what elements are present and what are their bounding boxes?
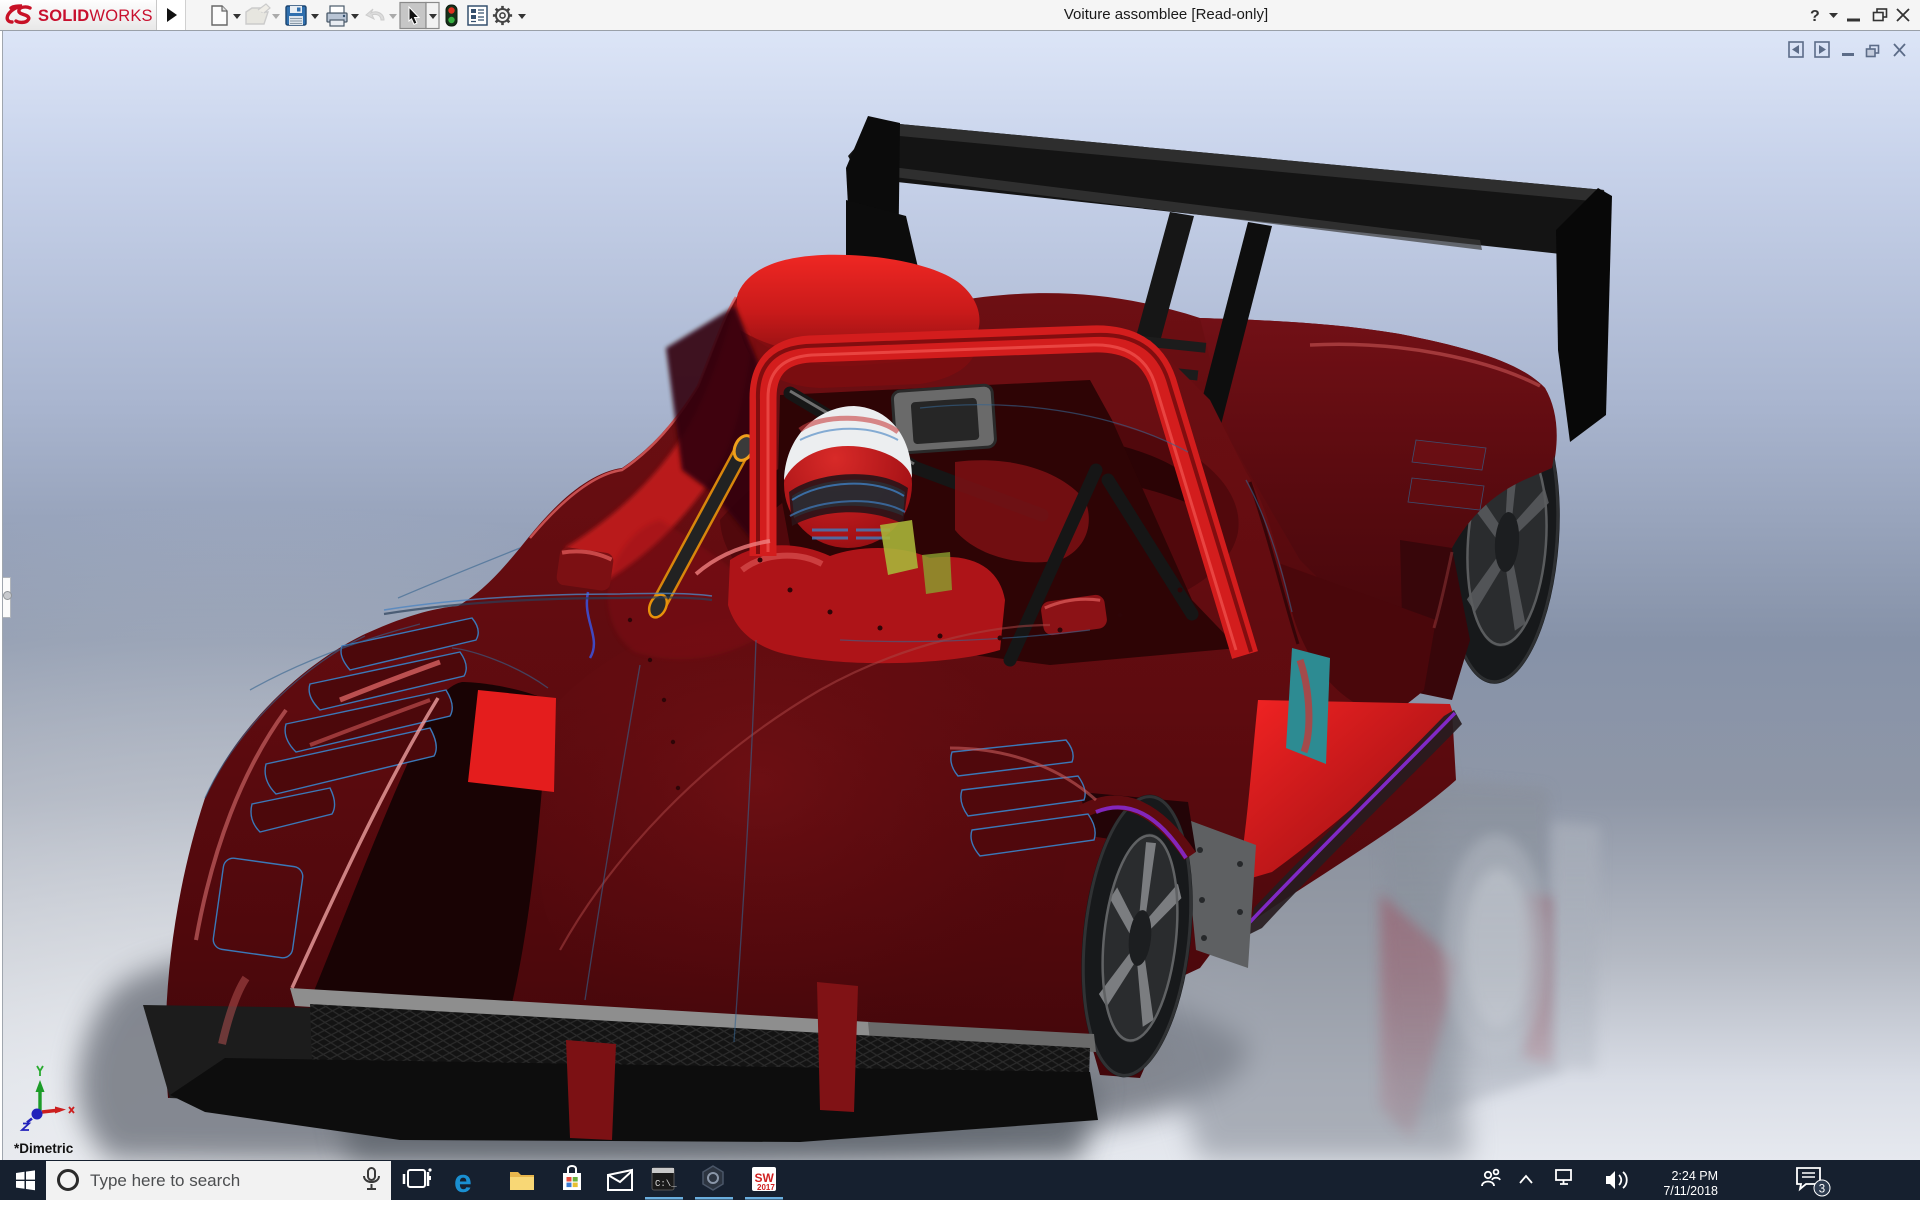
svg-text:?: ? [1810,8,1820,25]
svg-text:C:\_: C:\_ [655,1179,677,1189]
svg-text:7/11/2018: 7/11/2018 [1663,1184,1718,1198]
svg-text:e: e [454,1163,472,1199]
svg-text:2017: 2017 [757,1183,775,1192]
svg-text:SOLIDWORKS: SOLIDWORKS [38,7,153,25]
svg-text:2:24 PM: 2:24 PM [1671,1169,1718,1183]
svg-text:Type here to search: Type here to search [90,1171,240,1190]
svg-text:3: 3 [1819,1184,1825,1196]
